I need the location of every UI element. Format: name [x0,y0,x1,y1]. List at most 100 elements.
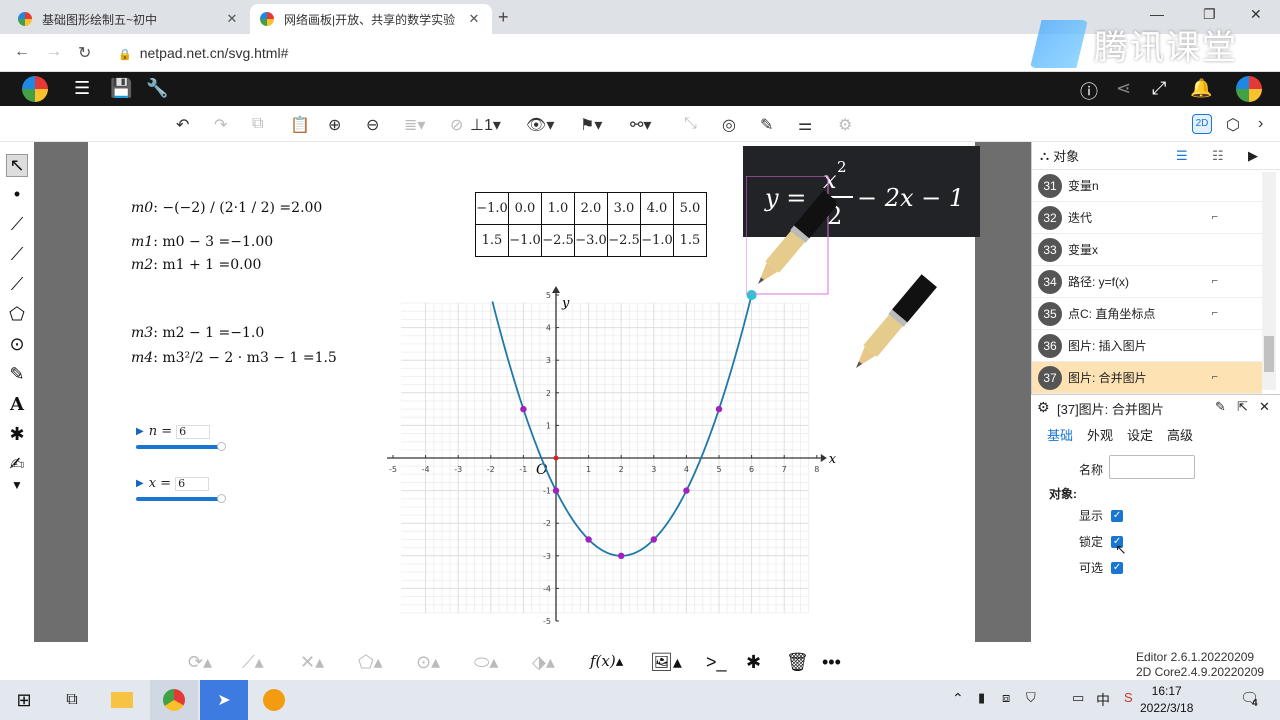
close-tab-icon[interactable]: ✕ [224,11,240,27]
chrome-taskbar-icon[interactable] [150,680,198,720]
list-view-icon[interactable]: ☰ [1176,148,1188,164]
point-on-object-icon[interactable]: ⟳▴ [188,652,212,673]
start-button[interactable]: ⊞ [0,680,48,720]
dependency-icon[interactable]: ⌐ [1212,307,1218,319]
view-2d-icon[interactable]: 2D [1192,114,1212,134]
equation-m3[interactable]: m3: m2 − 1 =−1.0 [131,325,264,341]
gear-icon[interactable]: ⚙ [838,115,852,135]
tree-view-icon[interactable]: ☷ [1212,148,1224,164]
back-icon[interactable]: ← [14,43,30,61]
forward-icon[interactable]: → [46,43,62,61]
object-list-item[interactable]: 34 路径: y=f(x) ⌐ [1032,266,1262,298]
new-tab-button[interactable]: + [498,7,509,28]
pencil-image[interactable] [848,262,948,382]
zoom-in-icon[interactable]: ⊕ [328,115,341,135]
slider-knob[interactable] [217,442,226,451]
ime-indicator[interactable]: 中 [1096,690,1110,710]
zoom-out-icon[interactable]: ⊖ [366,115,379,135]
value-table[interactable]: −1.0 0.0 1.0 2.0 3.0 4.0 5.0 1.5 −1.0 −2.5 −3.0 −2… [475,192,707,257]
dependency-icon[interactable]: ⌐ [1212,211,1218,223]
undo-icon[interactable]: ↶ [176,115,189,135]
text-tool-icon[interactable]: A [6,394,28,415]
equation-m0[interactable]: m0: −(−2) / (2·1 / 2) =2.00 [131,200,322,216]
browser-tab-2[interactable]: 网络画板|开放、共享的数学实验 ✕ [250,4,492,34]
chevron-right-icon[interactable]: › [1258,115,1263,133]
usb-icon[interactable]: ▮ [978,690,985,706]
task-view-button[interactable]: ⧉ [48,680,96,720]
screen-capture-icon[interactable]: ⧈ [1002,690,1010,706]
recorder-taskbar-icon[interactable] [250,680,298,720]
play-icon[interactable]: ▶ [1248,148,1258,164]
edit-box-icon[interactable]: ✍ [6,454,28,475]
resize-icon[interactable]: ⤡ [684,115,697,133]
shield-icon[interactable]: ⛉ [1026,690,1036,706]
menu-icon[interactable]: ☰ [74,78,90,99]
network-icon[interactable]: ▭ [1072,690,1084,706]
line-tool-icon[interactable]: ⟋ [6,274,28,295]
flag-icon[interactable]: ⚑▾ [580,115,602,135]
function-icon[interactable]: f(x)▴ [590,652,623,670]
show-checkbox[interactable]: ✓ [1111,509,1124,522]
help-icon[interactable]: ⓘ [1080,78,1098,104]
polygon-tool-icon[interactable]: ⬠ [6,304,28,325]
edit-note-icon[interactable]: ✎ [760,115,773,135]
object-list-item[interactable]: 35 点C: 直角坐标点 ⌐ [1032,298,1262,330]
settings-sliders-icon[interactable]: ⚌ [798,115,812,135]
align-icon[interactable]: ≣▾ [404,115,425,135]
explorer-taskbar-icon[interactable] [98,680,146,720]
transform-tools-icon[interactable]: ⬗▴ [532,652,555,673]
close-window-icon[interactable]: ✕ [1250,6,1262,23]
name-input[interactable] [1109,455,1195,479]
close-tab-icon[interactable]: ✕ [466,11,482,27]
clock[interactable]: 16:17 2022/3/18 [1140,683,1193,717]
netpad-logo-icon[interactable] [22,76,48,102]
equation-m2[interactable]: m2: m1 + 1 =0.00 [131,257,261,273]
reload-icon[interactable]: ↻ [78,43,91,63]
more-tools-icon[interactable]: ▼ [6,478,28,492]
equation-m1[interactable]: m1: m0 − 3 =−1.00 [131,234,273,250]
tab-settings[interactable]: 设定 [1127,425,1153,444]
paste-icon[interactable]: 📋 [290,115,310,135]
object-list-item[interactable]: 36 图片: 插入图片 [1032,330,1262,362]
tab-advanced[interactable]: 高级 [1167,425,1193,444]
circle-tool-icon[interactable]: ⊙ [6,334,28,355]
slider-x[interactable]: ▶ x = 6 [136,476,226,503]
coordinate-plot[interactable]: -5 -4 -3 -2 -1 1 2 3 4 5 6 7 854321-1-2-3-4-5xyO [384,286,844,628]
trace-icon[interactable]: ⚯▾ [630,115,651,135]
slider-n[interactable]: ▶ n = 6 [136,424,226,451]
conic-tools-icon[interactable]: ⬭▴ [474,652,498,673]
more-icon[interactable]: ••• [822,652,841,673]
dependency-icon[interactable]: ⌐ [1212,275,1218,287]
tray-expand-icon[interactable]: ⌃ [952,690,964,707]
polygon-tools-icon[interactable]: ⬠▴ [358,652,383,673]
object-list-scrollbar[interactable] [1262,172,1276,390]
tab-basic[interactable]: 基础 [1047,425,1073,444]
edit-icon[interactable]: ✎ [1215,399,1226,415]
tab-appearance[interactable]: 外观 [1087,425,1113,444]
fullscreen-icon[interactable]: ⤢ [1152,78,1166,99]
line-style-dropdown[interactable]: ⊥1▾ [470,115,501,135]
slider-track[interactable] [136,442,226,451]
pencil-image-selected[interactable] [746,176,836,296]
browser-tab-1[interactable]: 基础图形绘制五~初中 ✕ [8,4,250,34]
wrench-icon[interactable]: 🔧 [146,78,168,99]
trash-icon[interactable]: 🗑 [786,652,809,673]
label-tool-icon[interactable]: ⊘ [450,115,463,135]
play-icon[interactable]: ▶ [136,478,144,489]
object-list-item[interactable]: 33 变量x [1032,234,1262,266]
terminal-icon[interactable]: >_ [706,652,727,673]
object-list-item[interactable]: 32 迭代 ⌐ [1032,202,1262,234]
scrollbar-thumb[interactable] [1264,336,1274,372]
slider-knob[interactable] [217,494,226,503]
ray-tool-icon[interactable]: ⟋ [6,244,28,265]
intersect-tool-icon[interactable]: ✕▴ [300,652,324,673]
popout-icon[interactable]: ⇱ [1237,399,1248,415]
magic-wand-icon[interactable]: ✱ [746,652,761,673]
bell-icon[interactable]: 🔔 [1190,78,1212,99]
object-list-item[interactable]: 31 变量n [1032,170,1262,202]
url-field[interactable]: 🔒 netpad.net.cn/svg.html# [118,45,288,61]
slider-track[interactable] [136,494,226,503]
redo-icon[interactable]: ↷ [214,115,227,135]
point-tool-icon[interactable]: • [6,184,28,205]
object-list-item[interactable]: 37 图片: 合并图片 ⌐ [1032,362,1262,394]
